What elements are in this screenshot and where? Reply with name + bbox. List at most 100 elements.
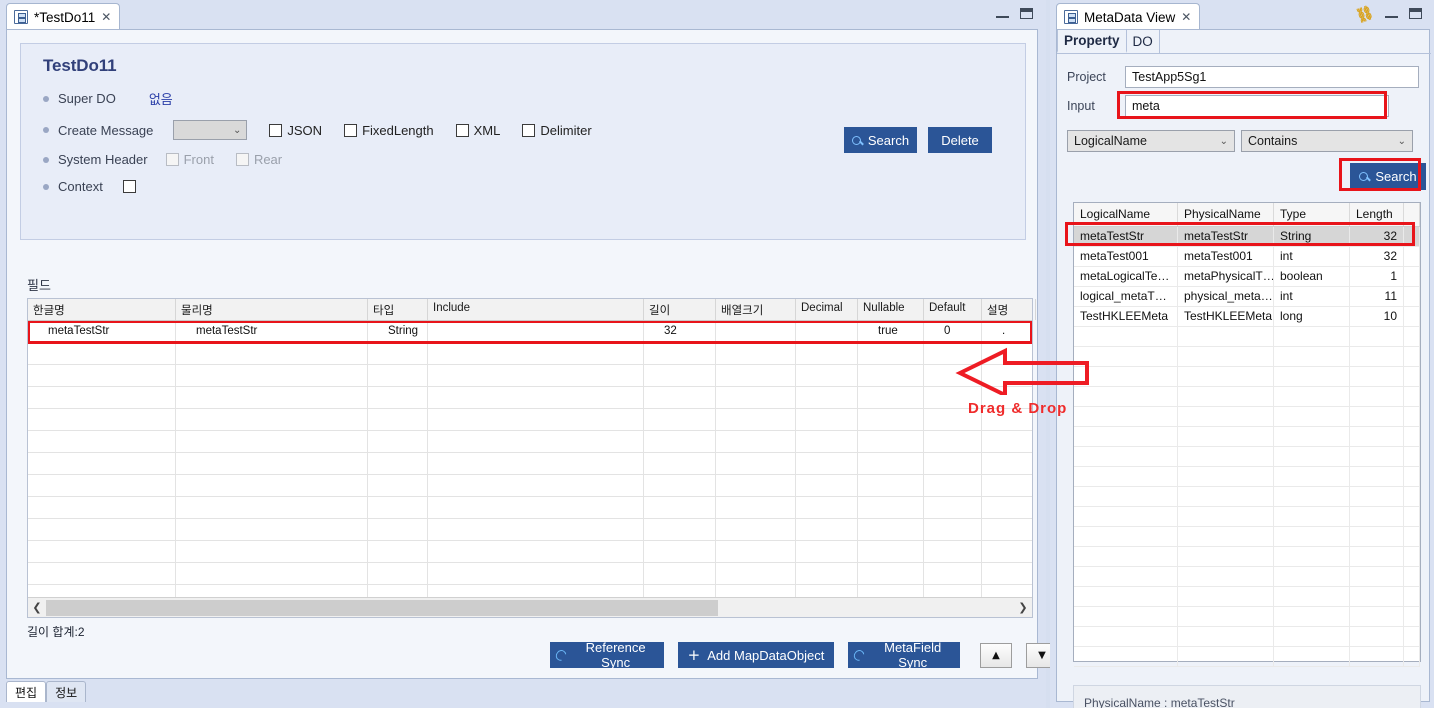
list-item-empty[interactable] — [1074, 367, 1420, 387]
table-row-empty[interactable] — [28, 563, 1032, 585]
link-sync-icon[interactable]: ⛓ — [1354, 4, 1376, 25]
field-column-header[interactable]: Decimal — [796, 299, 858, 320]
list-item[interactable]: TestHKLEEMeta TestHKLEEMeta long 10 — [1074, 307, 1420, 327]
metadata-search-button[interactable]: Search — [1350, 163, 1426, 190]
maximize-icon[interactable] — [1020, 8, 1033, 19]
table-row-empty[interactable] — [28, 497, 1032, 519]
super-do-value-link[interactable]: 없음 — [149, 89, 173, 108]
table-row-empty[interactable] — [28, 431, 1032, 453]
table-cell — [796, 453, 858, 475]
metadata-column-header[interactable]: PhysicalName — [1178, 203, 1274, 226]
list-item-empty[interactable] — [1074, 327, 1420, 347]
table-row-empty[interactable] — [28, 475, 1032, 497]
field-table-body[interactable]: metaTestStr metaTestStr String 32 true 0. — [28, 321, 1032, 597]
list-item[interactable]: metaTest001 metaTest001 int 32 — [1074, 247, 1420, 267]
move-up-button[interactable]: ▲ — [980, 642, 1012, 668]
tab-edit[interactable]: 편집 — [6, 681, 47, 702]
table-row-empty[interactable] — [28, 585, 1032, 597]
list-item-empty[interactable] — [1074, 447, 1420, 467]
list-item-empty[interactable] — [1074, 587, 1420, 607]
scroll-left-icon[interactable]: ❮ — [28, 599, 46, 617]
table-cell: metaTestStr — [176, 321, 368, 343]
checkbox-fixedlength-box[interactable] — [344, 123, 358, 137]
table-row-empty[interactable] — [28, 519, 1032, 541]
tab-property[interactable]: Property — [1057, 30, 1127, 53]
list-item-empty[interactable] — [1074, 387, 1420, 407]
metadata-column-header[interactable]: LogicalName — [1074, 203, 1178, 226]
metafield-sync-button[interactable]: MetaField Sync — [848, 640, 960, 670]
minimize-icon[interactable] — [1385, 10, 1398, 18]
list-item-empty[interactable] — [1074, 647, 1420, 667]
checkbox-rear[interactable]: Rear — [235, 152, 282, 167]
scroll-right-icon[interactable]: ❯ — [1014, 599, 1032, 617]
field-column-header[interactable]: 길이 — [644, 299, 716, 320]
field-column-header[interactable]: Nullable — [858, 299, 924, 320]
create-message-select[interactable]: ⌄ — [173, 120, 248, 140]
reference-sync-button[interactable]: Reference Sync — [550, 640, 664, 670]
table-row[interactable]: metaTestStr metaTestStr String 32 true 0. — [28, 321, 1032, 343]
checkbox-xml[interactable]: XML — [455, 123, 500, 138]
list-item-empty[interactable] — [1074, 627, 1420, 647]
field-table[interactable]: 한글명 물리명 타입 Include 길이 배열크기 Decimal Nullable Defa… — [27, 298, 1036, 618]
metadata-results-table[interactable]: LogicalName PhysicalName Type Length metaTe… — [1073, 202, 1421, 667]
add-mapdataobject-button[interactable]: + Add MapDataObject — [678, 642, 834, 668]
list-item-empty[interactable] — [1074, 467, 1420, 487]
field-column-header[interactable]: 한글명 — [28, 299, 176, 320]
field-table-hscrollbar[interactable]: ❮ ❯ — [28, 597, 1032, 617]
metadata-table-body[interactable]: metaTestStr metaTestStr String 32 metaTest0… — [1074, 227, 1420, 667]
list-item[interactable]: metaLogicalTe… metaPhysicalT… boolean 1 — [1074, 267, 1420, 287]
field-select[interactable]: LogicalName ⌄ — [1067, 130, 1235, 152]
minimize-icon[interactable] — [996, 10, 1009, 18]
checkbox-context-box[interactable] — [122, 180, 136, 193]
field-column-header[interactable]: Default — [924, 299, 982, 320]
list-item-empty[interactable] — [1074, 527, 1420, 547]
list-item-empty[interactable] — [1074, 407, 1420, 427]
super-do-label: Super DO — [58, 91, 116, 106]
list-item-empty[interactable] — [1074, 607, 1420, 627]
table-row-empty[interactable] — [28, 541, 1032, 563]
field-column-header[interactable]: Include — [428, 299, 644, 320]
hscrollbar-thumb[interactable] — [46, 599, 718, 616]
checkbox-delimiter[interactable]: Delimiter — [522, 123, 592, 138]
editor-tab-testdo11[interactable]: *TestDo11 ✕ — [6, 3, 121, 30]
field-column-header[interactable]: 물리명 — [176, 299, 368, 320]
checkbox-front-box[interactable] — [165, 153, 179, 166]
field-column-header[interactable]: 설명 — [982, 299, 1036, 320]
checkbox-rear-box[interactable] — [235, 153, 249, 166]
list-item-empty[interactable] — [1074, 567, 1420, 587]
list-item[interactable]: metaTestStr metaTestStr String 32 — [1074, 227, 1420, 247]
checkbox-json-box[interactable] — [269, 123, 283, 137]
input-field[interactable]: meta — [1125, 95, 1389, 117]
close-icon[interactable]: ✕ — [1181, 11, 1191, 23]
metadata-column-header[interactable]: Length — [1350, 203, 1404, 226]
close-icon[interactable]: ✕ — [101, 11, 111, 23]
tab-info[interactable]: 정보 — [46, 681, 87, 702]
tab-do[interactable]: DO — [1127, 30, 1160, 53]
checkbox-xml-box[interactable] — [455, 123, 469, 137]
table-row-empty[interactable] — [28, 343, 1032, 365]
table-row-empty[interactable] — [28, 365, 1032, 387]
checkbox-front[interactable]: Front — [165, 152, 214, 167]
list-item-empty[interactable] — [1074, 507, 1420, 527]
checkbox-delimiter-box[interactable] — [522, 123, 536, 137]
list-item[interactable]: logical_metaT… physical_meta… int 11 — [1074, 287, 1420, 307]
field-column-header[interactable]: 타입 — [368, 299, 428, 320]
maximize-icon[interactable] — [1409, 8, 1422, 19]
checkbox-json[interactable]: JSON — [269, 123, 322, 138]
delete-button[interactable]: Delete — [928, 127, 992, 153]
table-cell — [716, 365, 796, 387]
list-item-empty[interactable] — [1074, 487, 1420, 507]
match-select[interactable]: Contains ⌄ — [1241, 130, 1413, 152]
list-item-empty[interactable] — [1074, 547, 1420, 567]
field-column-header[interactable]: 배열크기 — [716, 299, 796, 320]
table-row-empty[interactable] — [28, 387, 1032, 409]
metadata-view-tab[interactable]: MetaData View ✕ — [1056, 3, 1201, 30]
list-item-empty[interactable] — [1074, 347, 1420, 367]
metadata-column-header[interactable]: Type — [1274, 203, 1350, 226]
list-item-empty[interactable] — [1074, 427, 1420, 447]
project-field[interactable]: TestApp5Sg1 — [1125, 66, 1419, 88]
search-button[interactable]: Search — [844, 127, 917, 153]
checkbox-fixedlength[interactable]: FixedLength — [344, 123, 434, 138]
table-row-empty[interactable] — [28, 453, 1032, 475]
table-row-empty[interactable] — [28, 409, 1032, 431]
